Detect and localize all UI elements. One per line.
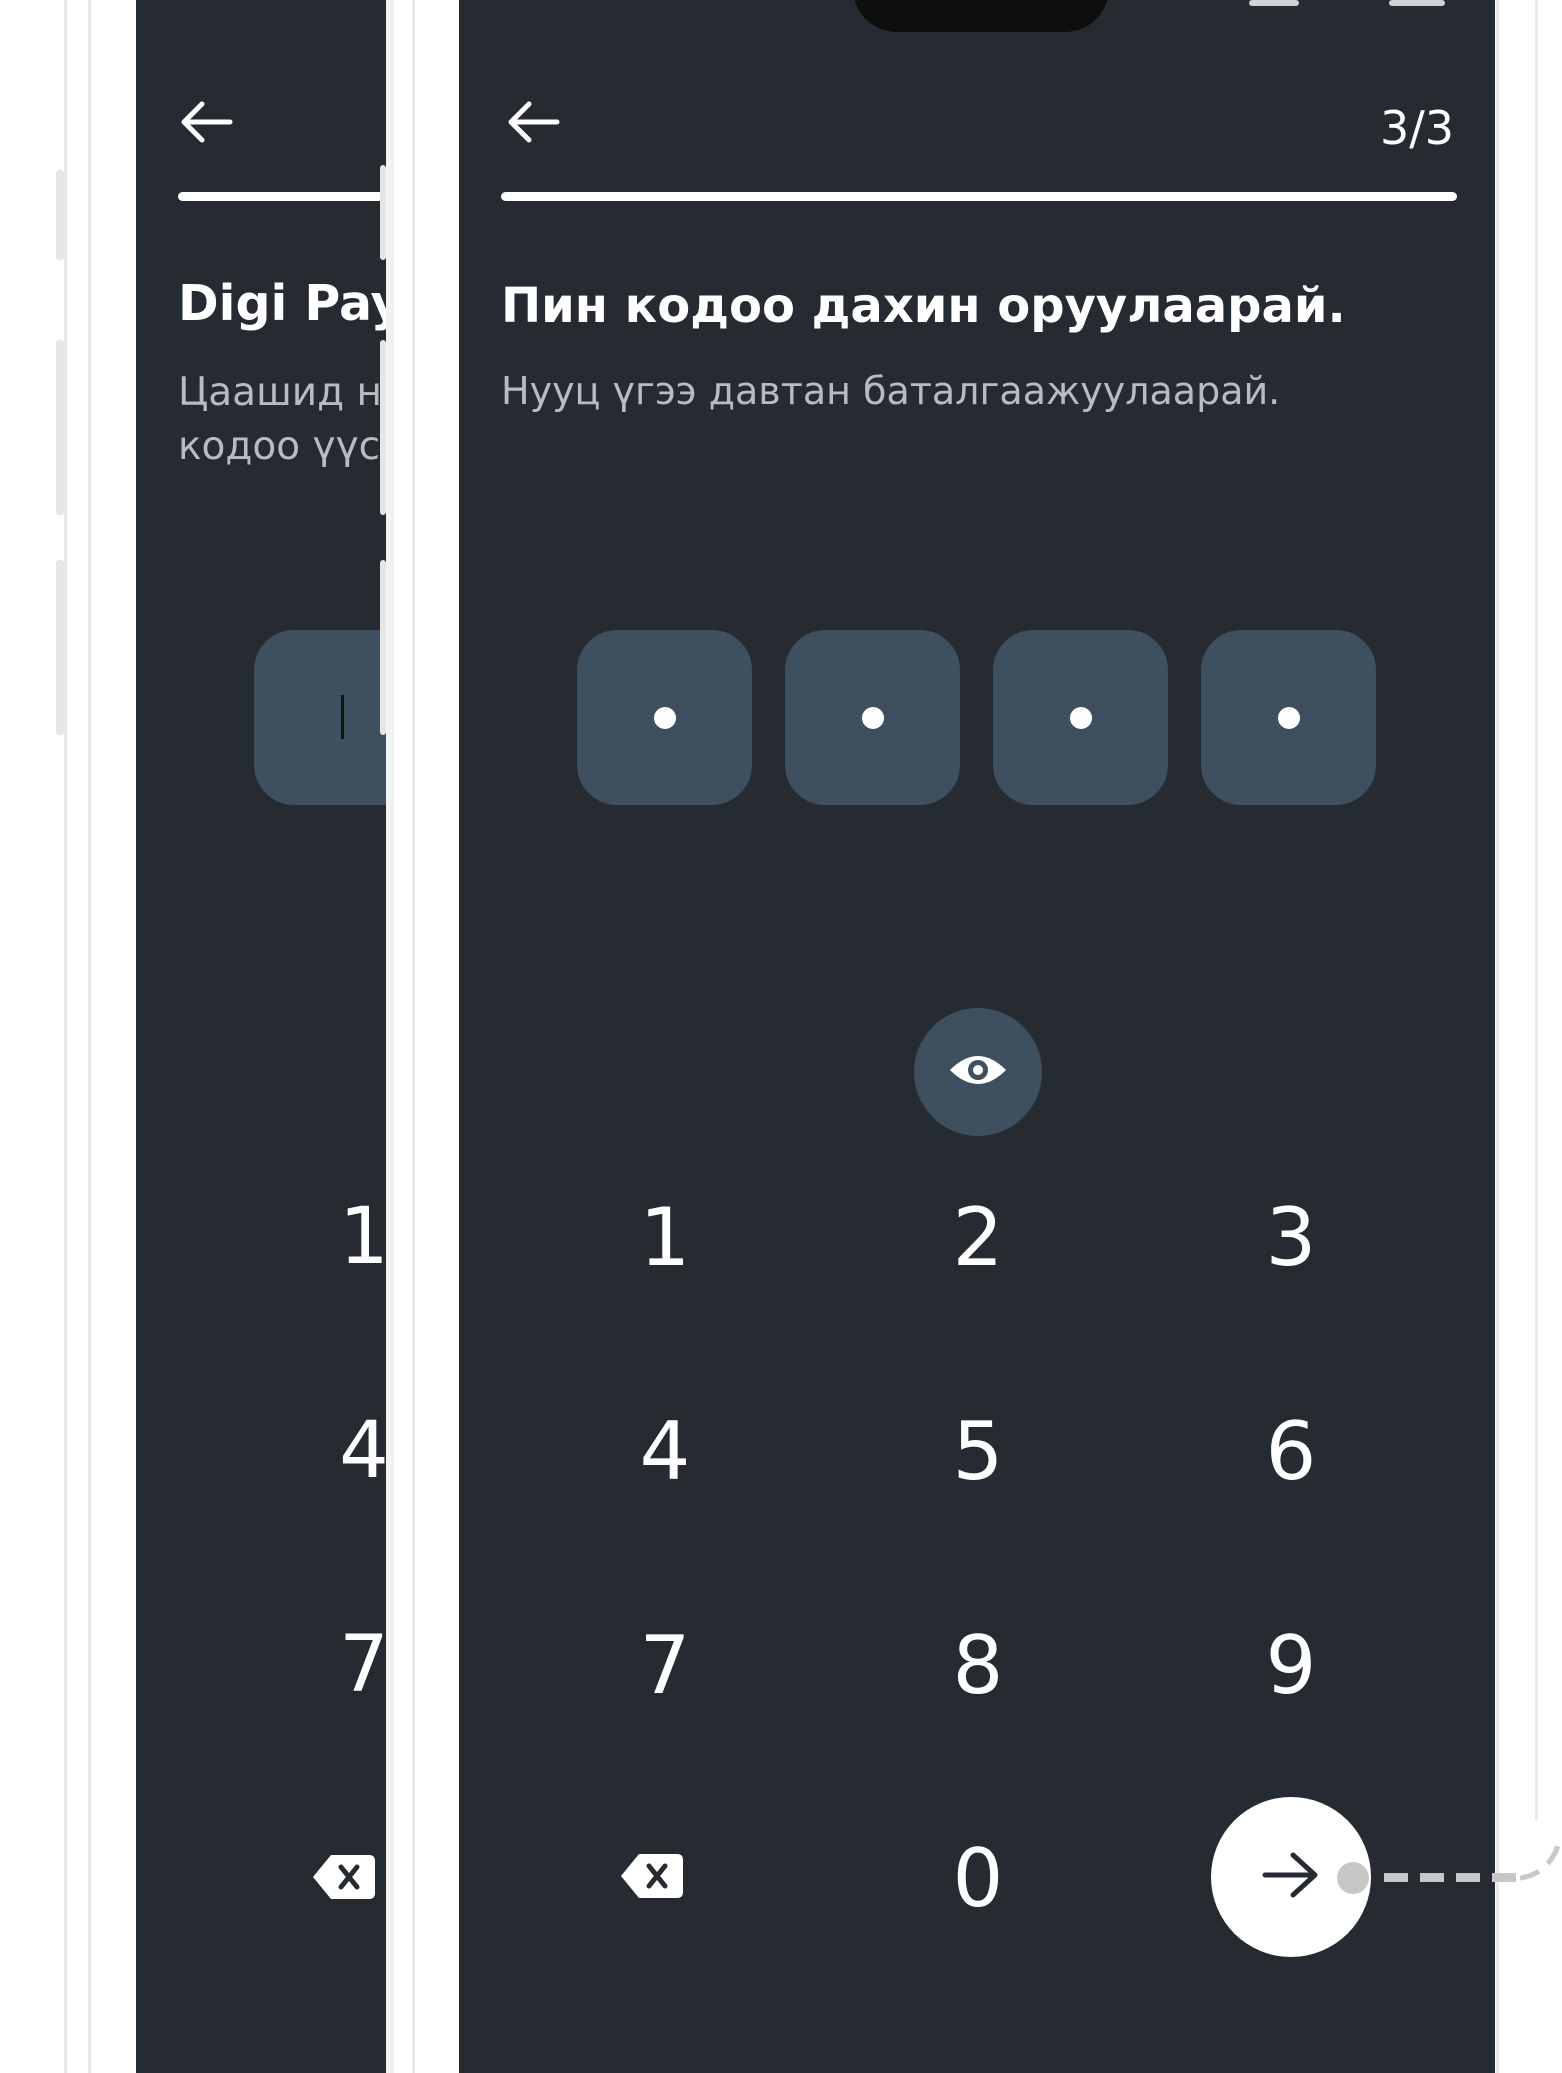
key-4[interactable]: 4 [565, 1397, 765, 1507]
key-0[interactable]: 0 [878, 1824, 1078, 1934]
delete-button[interactable] [619, 1850, 689, 1906]
page-subtitle: Нууц үгээ давтан баталгаажуулаарай. [501, 369, 1281, 413]
key-3[interactable]: 3 [1191, 1183, 1391, 1293]
backspace-icon[interactable] [311, 1851, 377, 1907]
pin-box-1[interactable] [577, 630, 752, 805]
page-subtitle: Цаашид н кодоо үүс [178, 366, 382, 474]
key-7[interactable]: 7 [334, 1626, 386, 1736]
frame-border [1496, 0, 1499, 2073]
camera-notch [853, 0, 1109, 32]
frame-border-left-inner [88, 0, 91, 2073]
page-title: Digi Pay- [178, 275, 386, 332]
pin-box-3[interactable] [993, 630, 1168, 805]
key-1[interactable]: 1 [565, 1183, 765, 1293]
backspace-icon [619, 1854, 685, 1906]
eye-icon [948, 1050, 1008, 1094]
side-button [56, 170, 64, 260]
side-button [380, 165, 386, 260]
arrow-right-icon [1259, 1851, 1323, 1903]
pin-dot [1277, 706, 1300, 729]
flow-connector-dash [1492, 1873, 1516, 1882]
pin-box-4[interactable] [1201, 630, 1376, 805]
side-button [380, 340, 386, 515]
flow-connector-dash [1420, 1873, 1444, 1882]
side-button [56, 560, 64, 735]
phone-edge [386, 0, 394, 2073]
back-button[interactable] [505, 100, 565, 152]
key-2[interactable]: 2 [878, 1183, 1078, 1293]
flow-connector-dash [1456, 1873, 1480, 1882]
arrow-left-icon[interactable] [178, 100, 234, 148]
flow-connector-curve [1520, 1839, 1562, 1881]
subtitle-line: кодоо үүс [178, 424, 381, 469]
key-5[interactable]: 5 [878, 1397, 1078, 1507]
key-9[interactable]: 9 [1191, 1611, 1391, 1721]
pin-dot [653, 706, 676, 729]
pin-dot [1069, 706, 1092, 729]
arrow-left-icon [505, 101, 561, 148]
key-6[interactable]: 6 [1191, 1397, 1391, 1507]
flow-connector-dash [1384, 1873, 1408, 1882]
text-caret [341, 695, 344, 739]
frame-border-left [64, 0, 67, 2073]
subtitle-line: Цаашид н [178, 370, 382, 415]
toggle-visibility-button[interactable] [914, 1008, 1042, 1136]
pin-box-2[interactable] [785, 630, 960, 805]
side-button [380, 560, 386, 735]
page-title: Пин кодоо дахин оруулаарай. [501, 278, 1346, 334]
back-phone-screen: Digi Pay- Цаашид н кодоо үүс 1 4 7 [136, 0, 386, 2073]
step-indicator: 3/3 [1379, 101, 1454, 155]
progress-bar [501, 192, 1457, 201]
pin-box[interactable] [254, 630, 386, 805]
front-phone-screen: 3/3 Пин кодоо дахин оруулаарай. Нууц үгэ… [459, 0, 1495, 2073]
key-1[interactable]: 1 [334, 1198, 386, 1308]
progress-bar [178, 192, 386, 201]
battery-icon [1389, 0, 1445, 6]
key-8[interactable]: 8 [878, 1611, 1078, 1721]
status-bar-icons [1249, 0, 1299, 6]
flow-connector-dot [1337, 1862, 1369, 1894]
key-4[interactable]: 4 [334, 1412, 386, 1522]
key-7[interactable]: 7 [565, 1611, 765, 1721]
pin-dot [861, 706, 884, 729]
frame-border [412, 0, 415, 2073]
side-button [56, 340, 64, 515]
frame-border [1535, 0, 1538, 1820]
